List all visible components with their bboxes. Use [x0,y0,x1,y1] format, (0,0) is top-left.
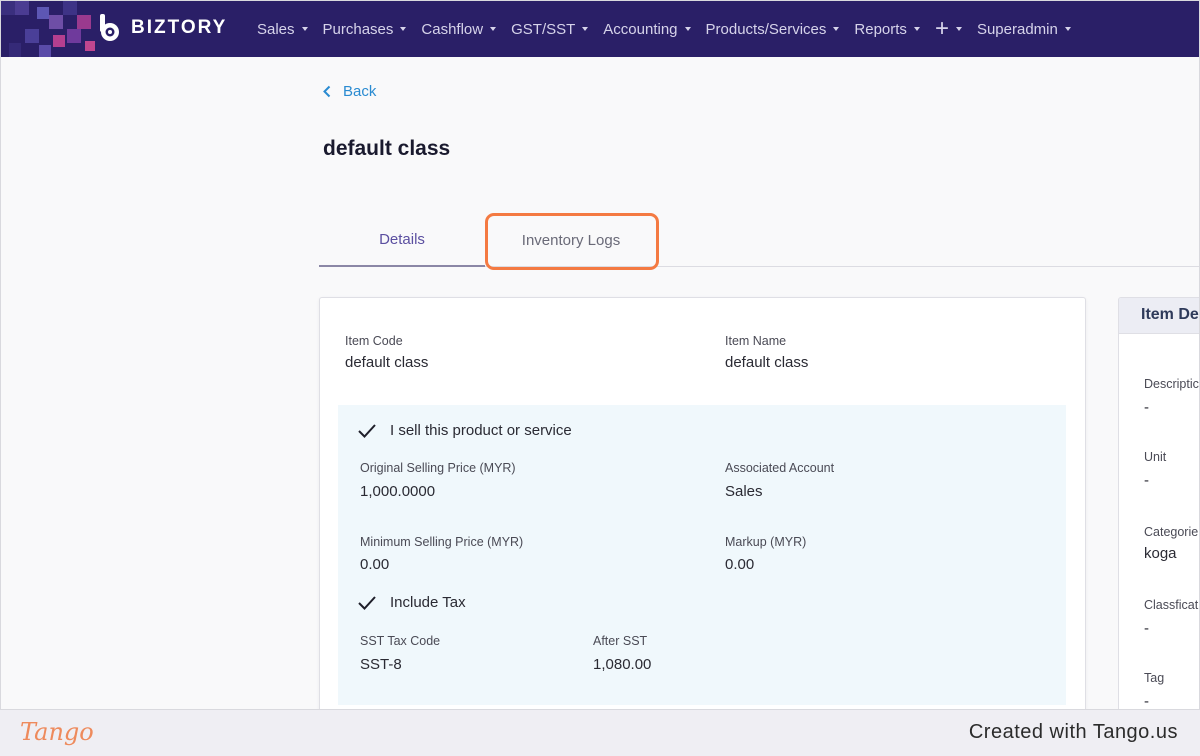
categories-label: Categorie [1144,525,1199,539]
minimum-price-label: Minimum Selling Price (MYR) [360,535,524,549]
nav-products-services[interactable]: Products/Services [706,21,840,38]
decor-pixel [63,1,77,15]
chevron-down-icon [301,27,308,31]
sst-tax-code-label: SST Tax Code [360,634,441,648]
nav-user-menu[interactable]: Superadmin [977,21,1071,38]
nav-user-label: Superadmin [976,20,1058,38]
after-sst-label: After SST [593,634,648,648]
back-label: Back [343,83,377,100]
nav-add-new[interactable]: + [934,15,962,42]
decor-pixel [77,15,91,29]
nav-cashflow[interactable]: Cashflow [421,20,497,38]
item-code-label: Item Code [345,334,403,348]
description-value: - [1144,399,1149,416]
decor-pixel [15,1,29,15]
plus-icon: + [934,15,949,42]
sell-checkbox-row[interactable]: I sell this product or service [357,422,572,439]
nav-reports[interactable]: Reports [854,21,920,38]
decor-pixel [39,45,51,57]
item-name-label: Item Name [725,334,787,348]
sst-tax-code-value: SST-8 [360,656,402,673]
side-card-header: Item De [1119,298,1199,334]
categories-value: koga [1144,545,1177,562]
markup-label: Markup (MYR) [725,535,807,549]
original-price-label: Original Selling Price (MYR) [360,461,516,475]
include-tax-label: Include Tax [390,594,466,611]
classification-label: Classficat [1144,598,1199,612]
chevron-down-icon [490,27,497,31]
brand-logo[interactable]: BIZTORY [97,14,227,42]
item-description-card: Item De [1118,297,1199,709]
tab-bar: Details Inventory Logs [319,213,1199,267]
tab-inventory-logs[interactable]: Inventory Logs [485,213,657,267]
sell-checkbox-label: I sell this product or service [390,422,572,439]
unit-label: Unit [1144,450,1167,464]
checkmark-icon [358,595,376,610]
side-card-title: Item De [1141,306,1199,323]
top-navbar: BIZTORY Sales Purchases Cashflow GST/SST… [1,1,1199,57]
after-sst-value: 1,080.00 [593,656,652,673]
biztory-logo-icon [100,14,119,41]
brand-name: BIZTORY [131,17,228,38]
sales-info-panel [338,405,1066,705]
chevron-left-icon [323,85,331,98]
minimum-price-value: 0.00 [360,556,390,573]
nav-accounting-label: Accounting [603,20,678,38]
decor-pixel [85,41,95,51]
main-menu: Sales Purchases Cashflow GST/SST Account… [257,1,1086,57]
decor-pixel [25,29,39,43]
unit-value: - [1144,472,1149,489]
nav-products-services-label: Products/Services [705,20,827,38]
back-link[interactable]: Back [323,83,376,100]
decor-pixel [67,29,81,43]
associated-account-value: Sales [725,483,763,500]
nav-gst-sst-label: GST/SST [511,20,576,38]
original-price-value: 1,000.0000 [360,483,436,500]
app-window: BIZTORY Sales Purchases Cashflow GST/SST… [0,0,1200,710]
decor-pixel [1,1,15,15]
chevron-down-icon [684,27,691,31]
markup-value: 0.00 [725,556,755,573]
chevron-down-icon [400,27,407,31]
chevron-down-icon [582,27,589,31]
classification-value: - [1144,620,1149,637]
nav-reports-label: Reports [854,20,907,38]
nav-purchases[interactable]: Purchases [323,21,407,38]
page-title: default class [323,137,451,160]
decor-pixel [9,43,21,57]
tab-details[interactable]: Details [319,213,485,267]
nav-cashflow-label: Cashflow [421,20,484,38]
decor-pixel [37,7,49,19]
nav-sales[interactable]: Sales [257,21,308,38]
nav-sales-label: Sales [257,20,295,38]
item-name-value: default class [725,354,809,371]
description-label: Descriptic [1144,377,1199,391]
include-tax-checkbox-row[interactable]: Include Tax [357,594,466,611]
chevron-down-icon [833,27,840,31]
item-code-value: default class [345,354,429,371]
tango-logo: Tango [20,718,94,746]
tag-value: - [1144,693,1149,710]
nav-accounting[interactable]: Accounting [603,20,691,38]
checkmark-icon [358,423,376,438]
chevron-down-icon [913,27,920,31]
nav-purchases-label: Purchases [322,20,394,38]
created-with-tango: Created with Tango.us [968,721,1178,743]
chevron-down-icon [955,27,962,31]
tag-label: Tag [1144,671,1165,685]
tango-footer: Tango Created with Tango.us [0,710,1200,756]
decor-pixel [53,35,65,47]
decor-pixel [49,15,63,29]
nav-gst-sst[interactable]: GST/SST [511,20,589,38]
chevron-down-icon [1064,27,1071,31]
associated-account-label: Associated Account [725,461,835,475]
